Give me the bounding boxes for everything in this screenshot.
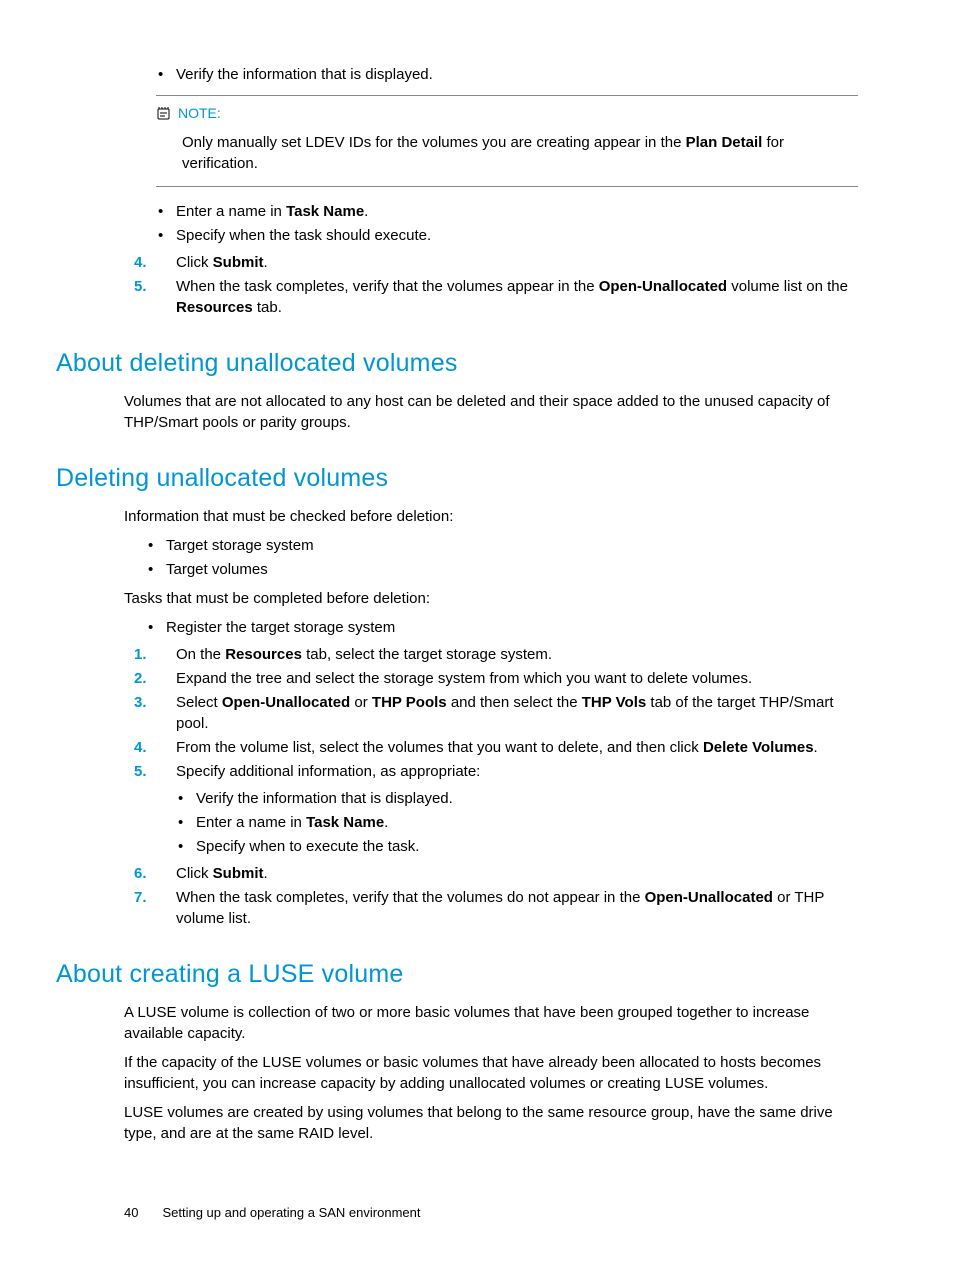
text: Only manually set LDEV IDs for the volum…	[182, 134, 686, 151]
text: Click	[176, 865, 213, 882]
text-bold: Open-Unallocated	[599, 278, 727, 295]
text: tab, select the target storage system.	[302, 646, 552, 663]
text-bold: Submit	[213, 254, 264, 271]
list-item: Specify when to execute the task.	[174, 836, 858, 857]
paragraph: LUSE volumes are created by using volume…	[124, 1102, 858, 1144]
section-heading: About deleting unallocated volumes	[56, 346, 858, 381]
list-item: Specify when the task should execute.	[154, 225, 858, 246]
note-heading: NOTE:	[156, 104, 858, 126]
list-item: Expand the tree and select the storage s…	[134, 668, 858, 689]
text: volume list on the	[727, 278, 848, 295]
page-footer: 40 Setting up and operating a SAN environ…	[56, 1204, 858, 1222]
paragraph: Volumes that are not allocated to any ho…	[124, 391, 858, 433]
note-body: Only manually set LDEV IDs for the volum…	[182, 132, 858, 174]
list-item: When the task completes, verify that the…	[134, 276, 858, 318]
text-bold: Delete Volumes	[703, 739, 814, 756]
text: .	[364, 203, 368, 220]
list-item: Enter a name in Task Name.	[174, 812, 858, 833]
list-item: Register the target storage system	[144, 617, 858, 638]
check-list: Target storage system Target volumes	[144, 535, 858, 580]
text: From the volume list, select the volumes…	[176, 739, 703, 756]
paragraph: Information that must be checked before …	[124, 506, 858, 527]
text: When the task completes, verify that the…	[176, 278, 599, 295]
text-bold: Resources	[176, 299, 253, 316]
text: Specify additional information, as appro…	[176, 763, 480, 780]
text: On the	[176, 646, 225, 663]
paragraph: A LUSE volume is collection of two or mo…	[124, 1002, 858, 1044]
top-bullets-2: Enter a name in Task Name. Specify when …	[154, 201, 858, 246]
list-item: From the volume list, select the volumes…	[134, 737, 858, 758]
text-bold: Resources	[225, 646, 302, 663]
section-heading: About creating a LUSE volume	[56, 957, 858, 992]
text: and then select the	[447, 694, 582, 711]
list-item: Verify the information that is displayed…	[154, 64, 858, 85]
paragraph: If the capacity of the LUSE volumes or b…	[124, 1052, 858, 1094]
list-item: Select Open-Unallocated or THP Pools and…	[134, 692, 858, 734]
text: .	[264, 865, 268, 882]
list-item: Target storage system	[144, 535, 858, 556]
delete-steps-cont: Click Submit. When the task completes, v…	[134, 863, 858, 929]
list-item: Click Submit.	[134, 863, 858, 884]
section-heading: Deleting unallocated volumes	[56, 461, 858, 496]
task-list: Register the target storage system	[144, 617, 858, 638]
text: Specify when the task should execute.	[176, 227, 431, 244]
text-bold: Plan Detail	[686, 134, 763, 151]
text: Specify when to execute the task.	[196, 838, 419, 855]
text: Enter a name in	[176, 203, 286, 220]
text: Select	[176, 694, 222, 711]
text: Click	[176, 254, 213, 271]
paragraph: Tasks that must be completed before dele…	[124, 588, 858, 609]
list-item: On the Resources tab, select the target …	[134, 644, 858, 665]
text: Target volumes	[166, 561, 268, 578]
list-item: Enter a name in Task Name.	[154, 201, 858, 222]
text: .	[384, 814, 388, 831]
text: Verify the information that is displayed…	[176, 66, 433, 83]
text-bold: Open-Unallocated	[645, 889, 773, 906]
list-item: Verify the information that is displayed…	[174, 788, 858, 809]
text-bold: THP Pools	[372, 694, 447, 711]
text-bold: Task Name	[306, 814, 384, 831]
note-icon	[156, 106, 172, 126]
text-bold: Open-Unallocated	[222, 694, 350, 711]
top-steps: Click Submit. When the task completes, v…	[134, 252, 858, 318]
delete-steps: On the Resources tab, select the target …	[134, 644, 858, 782]
note-label: NOTE:	[178, 105, 221, 121]
text: tab.	[253, 299, 282, 316]
text-bold: Submit	[213, 865, 264, 882]
text: Register the target storage system	[166, 619, 395, 636]
list-item: Click Submit.	[134, 252, 858, 273]
text: .	[814, 739, 818, 756]
list-item: Target volumes	[144, 559, 858, 580]
top-bullets-1: Verify the information that is displayed…	[154, 64, 858, 85]
text: Enter a name in	[196, 814, 306, 831]
footer-title: Setting up and operating a SAN environme…	[162, 1205, 420, 1220]
text: Expand the tree and select the storage s…	[176, 670, 752, 687]
page-number: 40	[124, 1204, 138, 1222]
list-item: Specify additional information, as appro…	[134, 761, 858, 782]
text-bold: Task Name	[286, 203, 364, 220]
text: Target storage system	[166, 537, 314, 554]
step5-sublist: Verify the information that is displayed…	[174, 788, 858, 857]
text: When the task completes, verify that the…	[176, 889, 645, 906]
text-bold: THP Vols	[582, 694, 646, 711]
text: Verify the information that is displayed…	[196, 790, 453, 807]
list-item: When the task completes, verify that the…	[134, 887, 858, 929]
note-box: NOTE: Only manually set LDEV IDs for the…	[156, 95, 858, 187]
text: or	[350, 694, 372, 711]
text: .	[264, 254, 268, 271]
